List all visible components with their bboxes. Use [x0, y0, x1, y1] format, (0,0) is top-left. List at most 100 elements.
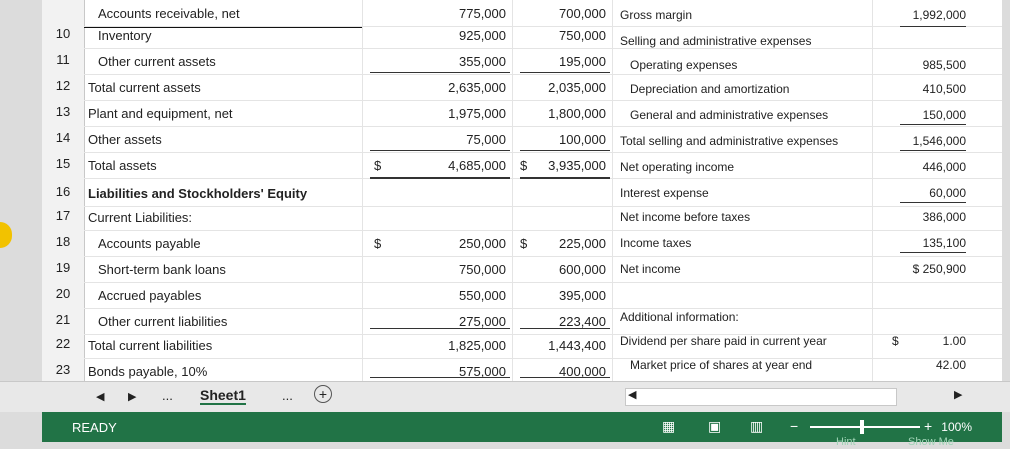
value-current-year[interactable]: 1,825,000 [400, 338, 506, 353]
row-label[interactable]: Bonds payable, 10% [88, 364, 207, 379]
income-value[interactable]: 1,546,000 [880, 134, 966, 148]
scroll-right-icon[interactable]: ▶ [954, 388, 962, 401]
horizontal-scrollbar[interactable] [625, 388, 897, 406]
row-number[interactable]: 13 [42, 104, 84, 119]
value-prior-year[interactable]: 395,000 [518, 288, 606, 303]
row-label[interactable]: Current Liabilities: [88, 210, 192, 225]
row-number[interactable]: 16 [42, 184, 84, 199]
value-prior-year[interactable]: 195,000 [518, 54, 606, 69]
row-label[interactable]: Other current assets [98, 54, 216, 69]
row-number[interactable]: 17 [42, 208, 84, 223]
income-value[interactable]: 386,000 [880, 210, 966, 224]
value-current-year[interactable]: 1,975,000 [400, 106, 506, 121]
value-prior-year[interactable]: 100,000 [518, 132, 606, 147]
row-number[interactable]: 18 [42, 234, 84, 249]
column-divider [872, 0, 873, 381]
value-prior-year[interactable]: 3,935,000 [518, 158, 606, 173]
value-current-year[interactable]: 2,635,000 [400, 80, 506, 95]
value-prior-year[interactable]: 2,035,000 [518, 80, 606, 95]
scroll-left-icon[interactable]: ◀ [96, 390, 104, 403]
value-current-year[interactable]: 775,000 [400, 6, 506, 21]
row-label[interactable]: Plant and equipment, net [88, 106, 233, 121]
zoom-out-icon[interactable]: − [790, 418, 798, 434]
row-label[interactable]: Total current liabilities [88, 338, 212, 353]
income-label[interactable]: Interest expense [620, 186, 709, 200]
row-number[interactable]: 10 [42, 26, 84, 41]
value-prior-year[interactable]: 223,400 [518, 314, 606, 329]
income-label[interactable]: Depreciation and amortization [630, 82, 789, 96]
value-current-year[interactable]: 750,000 [400, 262, 506, 277]
show-me-button[interactable]: Show Me [908, 436, 954, 448]
page-break-icon[interactable]: ▥ [750, 418, 763, 435]
add-sheet-icon[interactable]: + [314, 385, 332, 403]
value-current-year[interactable]: 4,685,000 [400, 158, 506, 173]
value-current-year[interactable]: 355,000 [400, 54, 506, 69]
row-number[interactable]: 22 [42, 336, 84, 351]
tab-sheet1[interactable]: Sheet1 [200, 387, 246, 405]
income-value[interactable]: 42.00 [880, 358, 966, 372]
row-label[interactable]: Other assets [88, 132, 162, 147]
row-label[interactable]: Other current liabilities [98, 314, 227, 329]
value-prior-year[interactable]: 1,800,000 [518, 106, 606, 121]
income-value[interactable]: 985,500 [880, 58, 966, 72]
value-current-year[interactable]: 550,000 [400, 288, 506, 303]
value-current-year[interactable]: 250,000 [400, 236, 506, 251]
tab-ellipsis-right[interactable]: ... [282, 388, 293, 403]
zoom-in-icon[interactable]: + [924, 418, 932, 434]
income-value[interactable]: 135,100 [880, 236, 966, 250]
income-label[interactable]: Gross margin [620, 8, 692, 22]
income-value[interactable]: 410,500 [880, 82, 966, 96]
tab-ellipsis[interactable]: ... [162, 388, 173, 403]
row-label[interactable]: Short-term bank loans [98, 262, 226, 277]
income-value[interactable]: 1,992,000 [880, 8, 966, 22]
row-number[interactable]: 20 [42, 286, 84, 301]
scroll-left-icon[interactable]: ◀ [628, 388, 636, 401]
zoom-slider-thumb[interactable] [860, 420, 864, 434]
value-prior-year[interactable]: 750,000 [518, 28, 606, 43]
income-value[interactable]: 60,000 [880, 186, 966, 200]
value-current-year[interactable]: 75,000 [400, 132, 506, 147]
income-label[interactable]: Operating expenses [630, 58, 737, 72]
income-label[interactable]: Market price of shares at year end [630, 358, 812, 372]
income-label[interactable]: Net income before taxes [620, 210, 750, 224]
row-number[interactable]: 19 [42, 260, 84, 275]
income-value[interactable]: $ 250,900 [880, 262, 966, 276]
income-value[interactable]: 446,000 [880, 160, 966, 174]
value-current-year[interactable]: 275,000 [400, 314, 506, 329]
value-prior-year[interactable]: 600,000 [518, 262, 606, 277]
row-number[interactable]: 15 [42, 156, 84, 171]
normal-view-icon[interactable]: ▦ [662, 418, 675, 435]
row-gridline [84, 74, 1002, 75]
value-prior-year[interactable]: 700,000 [518, 6, 606, 21]
zoom-slider[interactable] [810, 426, 920, 428]
page-layout-icon[interactable]: ▣ [708, 418, 721, 435]
row-number[interactable]: 12 [42, 78, 84, 93]
hint-button[interactable]: Hint [836, 436, 856, 448]
row-label[interactable]: Total current assets [88, 80, 201, 95]
income-label[interactable]: Selling and administrative expenses [620, 34, 811, 48]
value-current-year[interactable]: 925,000 [400, 28, 506, 43]
income-label[interactable]: Net income [620, 262, 681, 276]
row-label[interactable]: Accrued payables [98, 288, 201, 303]
income-label[interactable]: Total selling and administrative expense… [620, 134, 838, 148]
subtotal-rule [900, 124, 966, 125]
row-number[interactable]: 23 [42, 362, 84, 377]
row-label[interactable]: Accounts payable [98, 236, 201, 251]
income-value[interactable]: 150,000 [880, 108, 966, 122]
scroll-right-icon[interactable]: ▶ [128, 390, 136, 403]
income-label[interactable]: General and administrative expenses [630, 108, 828, 122]
income-label[interactable]: Net operating income [620, 160, 734, 174]
row-number[interactable]: 11 [42, 52, 84, 67]
zoom-level[interactable]: 100% [941, 420, 972, 434]
row-number[interactable]: 14 [42, 130, 84, 145]
row-label[interactable]: Inventory [98, 28, 151, 43]
value-prior-year[interactable]: 225,000 [518, 236, 606, 251]
income-label[interactable]: Dividend per share paid in current year [620, 334, 827, 348]
row-label[interactable]: Liabilities and Stockholders' Equity [88, 186, 307, 201]
value-prior-year[interactable]: 1,443,400 [518, 338, 606, 353]
row-label[interactable]: Accounts receivable, net [98, 6, 240, 21]
income-label[interactable]: Additional information: [620, 310, 739, 324]
row-label[interactable]: Total assets [88, 158, 157, 173]
income-label[interactable]: Income taxes [620, 236, 691, 250]
row-number[interactable]: 21 [42, 312, 84, 327]
